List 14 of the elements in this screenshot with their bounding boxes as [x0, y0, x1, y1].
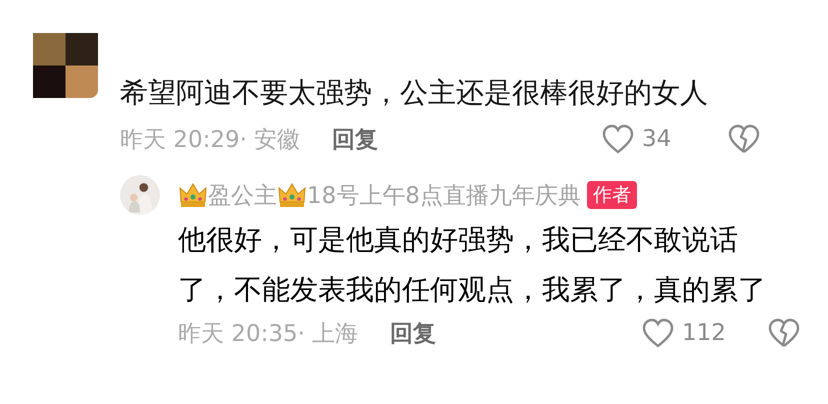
broken-heart-icon[interactable]	[768, 318, 800, 348]
like-count: 34	[642, 126, 672, 152]
like-count: 112	[682, 320, 727, 346]
user-name-suffix: 18号上午8点直播九年庆典	[307, 182, 581, 210]
reply-button[interactable]: 回复	[332, 124, 378, 154]
author-badge: 作者	[586, 181, 637, 209]
comment-text: 希望阿迪不要太强势，公主还是很棒很好的女人	[120, 75, 709, 111]
comment-time: 昨天 20:35· 上海	[178, 320, 358, 348]
comment-text: 他很好，可是他真的好强势，我已经不敢说话了，不能发表我的任何观点，我累了，真的累了	[178, 222, 767, 308]
comment-time: 昨天 20:29· 安徽	[120, 126, 300, 154]
broken-heart-icon[interactable]	[728, 124, 760, 154]
like-heart-icon[interactable]	[602, 124, 634, 154]
like-heart-icon[interactable]	[642, 318, 674, 348]
reply-button[interactable]: 回复	[390, 318, 436, 348]
